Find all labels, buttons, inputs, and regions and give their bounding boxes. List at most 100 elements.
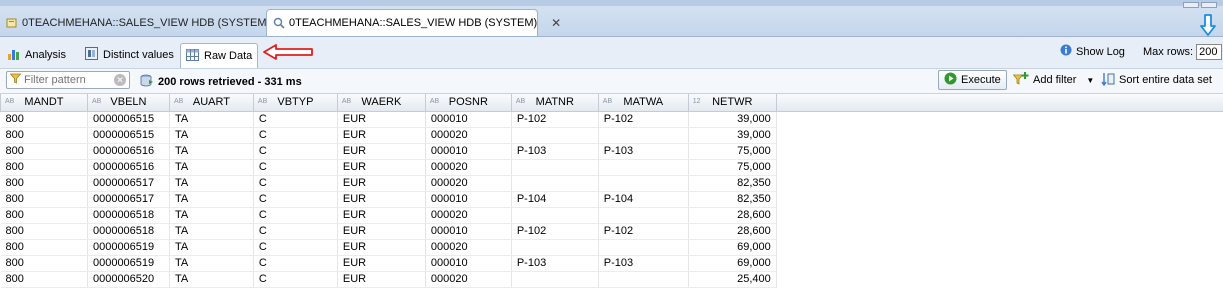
cell-auart[interactable]: TA [169, 143, 254, 160]
cell-vbeln[interactable]: 0000006517 [87, 191, 170, 208]
cell-matnr[interactable]: P-104 [511, 191, 599, 208]
cell-posnr[interactable]: 000020 [425, 159, 512, 176]
cell-vbtyp[interactable]: C [253, 175, 338, 192]
cell-matnr[interactable] [511, 239, 599, 256]
cell-vbtyp[interactable]: C [253, 207, 338, 224]
column-header-mandt[interactable]: AB MANDT [0, 94, 88, 112]
cell-vbtyp[interactable]: C [253, 143, 338, 160]
cell-vbeln[interactable]: 0000006519 [87, 239, 170, 256]
cell-matwa[interactable]: P-103 [598, 143, 689, 160]
cell-waerk[interactable]: EUR [337, 255, 426, 272]
cell-vbtyp[interactable]: C [253, 159, 338, 176]
cell-matwa[interactable]: P-102 [598, 111, 689, 128]
cell-matwa[interactable] [598, 271, 689, 288]
cell-netwr[interactable]: 28,600 [688, 207, 777, 224]
cell-auart[interactable]: TA [169, 191, 254, 208]
cell-netwr[interactable]: 75,000 [688, 143, 777, 160]
cell-matnr[interactable] [511, 207, 599, 224]
cell-matnr[interactable] [511, 127, 599, 144]
cell-netwr[interactable]: 69,000 [688, 239, 777, 256]
column-header-matnr[interactable]: AB MATNR [510, 94, 599, 112]
tab-analysis[interactable]: Analysis [2, 44, 71, 66]
cell-matwa[interactable] [598, 239, 689, 256]
cell-mandt[interactable]: 800 [0, 207, 88, 224]
cell-waerk[interactable]: EUR [337, 223, 426, 240]
cell-waerk[interactable]: EUR [337, 207, 426, 224]
cell-vbtyp[interactable]: C [253, 255, 338, 272]
table-row[interactable]: 800 0000006515 TA C EUR 000020 39,000 [0, 127, 1223, 144]
cell-mandt[interactable]: 800 [0, 271, 88, 288]
cell-matwa[interactable]: P-102 [598, 223, 689, 240]
table-row[interactable]: 800 0000006518 TA C EUR 000020 28,600 [0, 207, 1223, 224]
cell-vbtyp[interactable]: C [253, 223, 338, 240]
table-row[interactable]: 800 0000006516 TA C EUR 000020 75,000 [0, 159, 1223, 176]
cell-vbeln[interactable]: 0000006516 [87, 143, 170, 160]
cell-mandt[interactable]: 800 [0, 239, 88, 256]
cell-posnr[interactable]: 000020 [425, 239, 512, 256]
cell-netwr[interactable]: 82,350 [688, 191, 777, 208]
filter-pattern-input[interactable] [21, 74, 114, 86]
cell-matnr[interactable]: P-103 [511, 255, 599, 272]
cell-waerk[interactable]: EUR [337, 111, 426, 128]
cell-waerk[interactable]: EUR [337, 143, 426, 160]
cell-matnr[interactable] [511, 175, 599, 192]
table-row[interactable]: 800 0000006519 TA C EUR 000020 69,000 [0, 239, 1223, 256]
cell-auart[interactable]: TA [169, 207, 254, 224]
cell-mandt[interactable]: 800 [0, 223, 88, 240]
cell-posnr[interactable]: 000010 [425, 111, 512, 128]
cell-matwa[interactable] [598, 159, 689, 176]
tab-distinct-values[interactable]: Distinct values [80, 44, 179, 66]
cell-auart[interactable]: TA [169, 111, 254, 128]
column-header-netwr[interactable]: 12 NETWR [687, 94, 777, 112]
editor-tab-sales-view-2[interactable]: 0TEACHMEHANA::SALES_VIEW HDB (SYSTEM) ✕ [266, 9, 561, 36]
cell-posnr[interactable]: 000020 [425, 175, 512, 192]
cell-matnr[interactable] [511, 271, 599, 288]
cell-matwa[interactable] [598, 175, 689, 192]
cell-posnr[interactable]: 000010 [425, 143, 512, 160]
cell-auart[interactable]: TA [169, 127, 254, 144]
minimize-icon[interactable] [1183, 2, 1199, 8]
column-header-posnr[interactable]: AB POSNR [424, 94, 512, 112]
cell-auart[interactable]: TA [169, 159, 254, 176]
cell-auart[interactable]: TA [169, 175, 254, 192]
editor-tab-sales-view-1[interactable]: 0TEACHMEHANA::SALES_VIEW HDB (SYSTEM) [0, 9, 270, 36]
cell-netwr[interactable]: 82,350 [688, 175, 777, 192]
cell-vbeln[interactable]: 0000006516 [87, 159, 170, 176]
cell-vbtyp[interactable]: C [253, 271, 338, 288]
cell-posnr[interactable]: 000010 [425, 255, 512, 272]
cell-netwr[interactable]: 69,000 [688, 255, 777, 272]
table-row[interactable]: 800 0000006516 TA C EUR 000010 P-103 P-103 75,00… [0, 143, 1223, 160]
cell-matwa[interactable]: P-104 [598, 191, 689, 208]
cell-vbtyp[interactable]: C [253, 191, 338, 208]
table-row[interactable]: 800 0000006517 TA C EUR 000020 82,350 [0, 175, 1223, 192]
cell-vbtyp[interactable]: C [253, 127, 338, 144]
cell-posnr[interactable]: 000020 [425, 271, 512, 288]
cell-mandt[interactable]: 800 [0, 159, 88, 176]
cell-matnr[interactable]: P-102 [511, 223, 599, 240]
cell-vbeln[interactable]: 0000006515 [87, 127, 170, 144]
max-rows-input[interactable] [1196, 44, 1223, 60]
cell-vbeln[interactable]: 0000006519 [87, 255, 170, 272]
cell-auart[interactable]: TA [169, 255, 254, 272]
cell-netwr[interactable]: 39,000 [688, 127, 777, 144]
cell-waerk[interactable]: EUR [337, 239, 426, 256]
cell-vbeln[interactable]: 0000006520 [87, 271, 170, 288]
cell-mandt[interactable]: 800 [0, 143, 88, 160]
cell-mandt[interactable]: 800 [0, 127, 88, 144]
cell-vbtyp[interactable]: C [253, 239, 338, 256]
column-header-vbeln[interactable]: AB VBELN [86, 94, 170, 112]
cell-vbeln[interactable]: 0000006515 [87, 111, 170, 128]
add-filter-button[interactable]: Add filter ▼ [1008, 70, 1099, 90]
cell-posnr[interactable]: 000020 [425, 207, 512, 224]
cell-matnr[interactable] [511, 159, 599, 176]
maximize-icon[interactable] [1201, 2, 1217, 8]
cell-matwa[interactable] [598, 207, 689, 224]
cell-auart[interactable]: TA [169, 223, 254, 240]
cell-vbeln[interactable]: 0000006518 [87, 207, 170, 224]
cell-matnr[interactable]: P-103 [511, 143, 599, 160]
table-row[interactable]: 800 0000006515 TA C EUR 000010 P-102 P-102 39,00… [0, 111, 1223, 128]
cell-posnr[interactable]: 000010 [425, 191, 512, 208]
cell-mandt[interactable]: 800 [0, 191, 88, 208]
sort-entire-data-set-button[interactable]: Sort entire data set [1096, 70, 1217, 90]
cell-mandt[interactable]: 800 [0, 111, 88, 128]
